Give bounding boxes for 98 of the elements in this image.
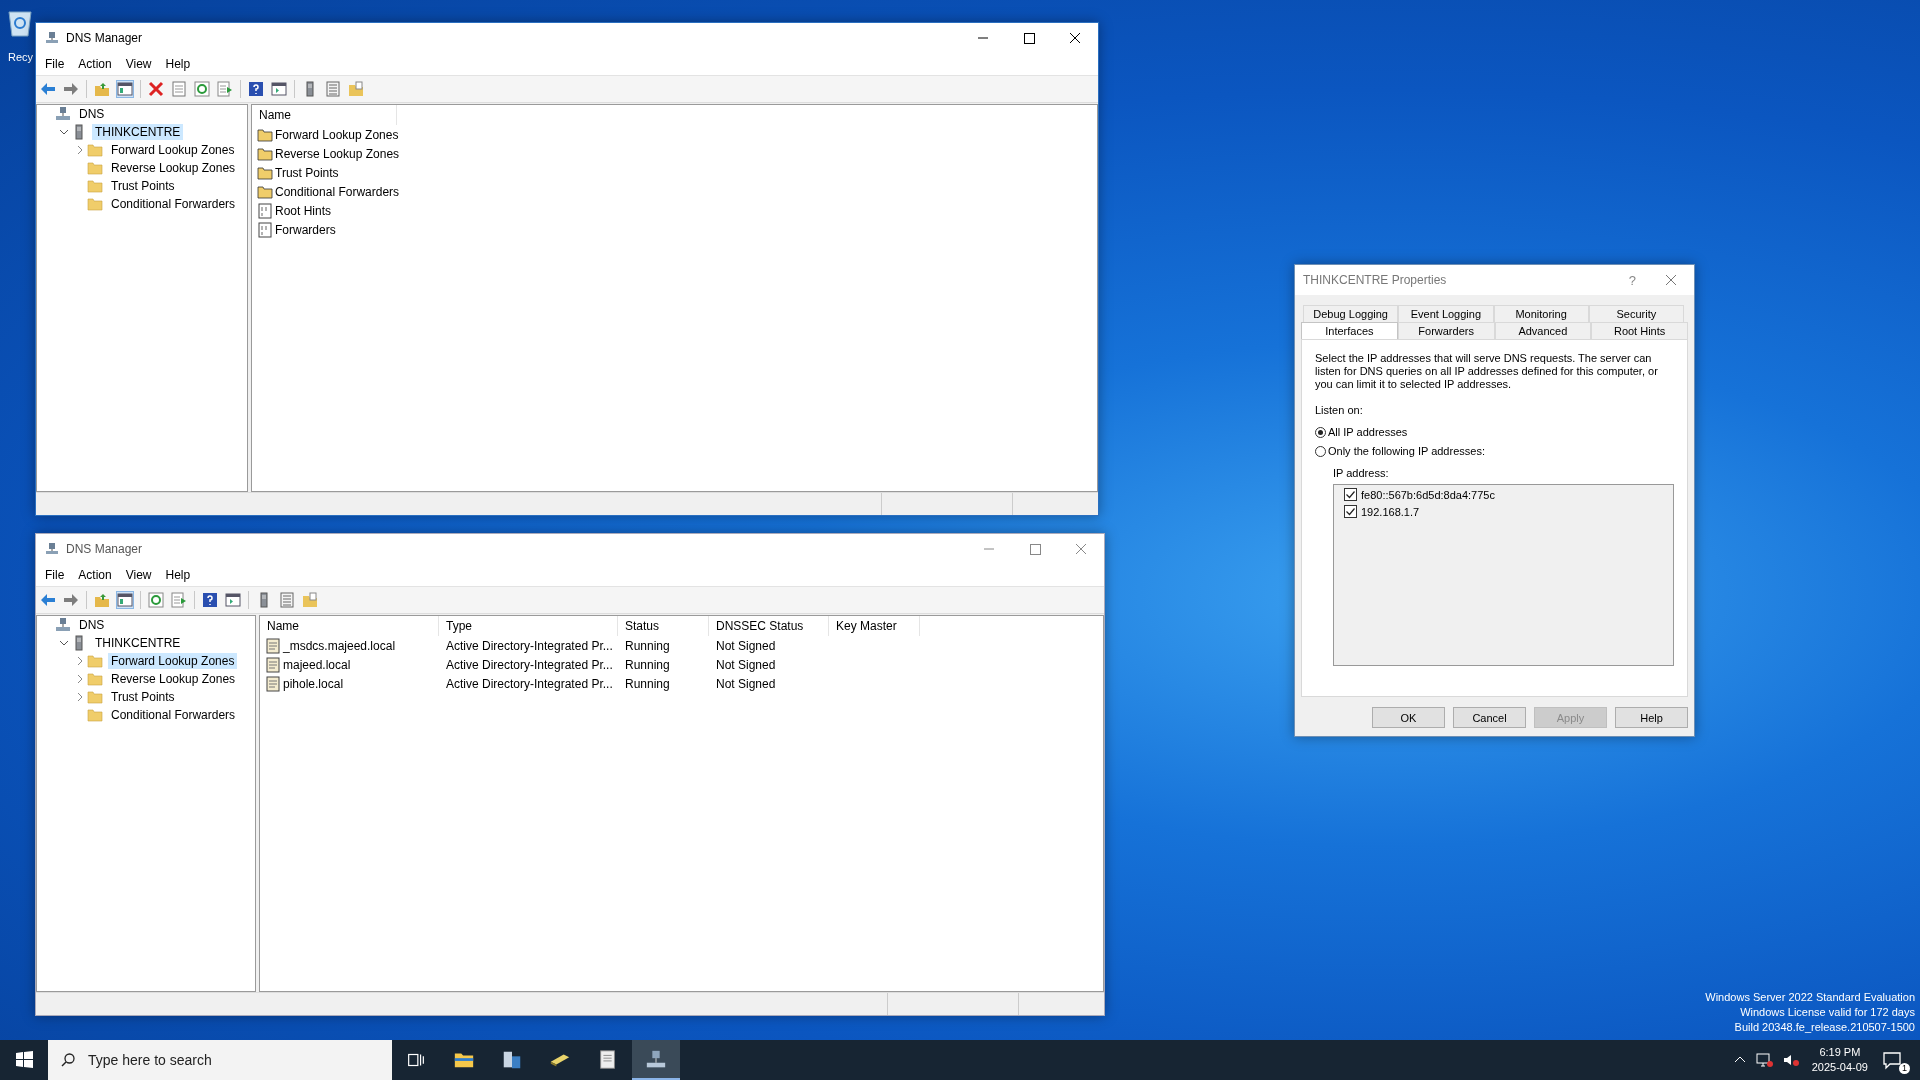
item-name[interactable]: Reverse Lookup Zones [275, 146, 400, 161]
export-list-icon[interactable] [217, 81, 233, 97]
table-cell: Active Directory-Integrated Pr... [446, 676, 613, 691]
tree-item[interactable]: Conditional Forwarders [108, 196, 239, 212]
folder-icon [87, 707, 103, 723]
folder-up-icon[interactable] [94, 81, 110, 97]
dialog-button[interactable]: Cancel [1453, 707, 1526, 728]
folder-icon [87, 689, 103, 705]
evaluation-watermark-text: Windows License valid for 172 days [1739, 1005, 1915, 1020]
folder-icon [87, 653, 103, 669]
network-icon[interactable] [1755, 1052, 1774, 1068]
radio-button[interactable] [1315, 445, 1326, 457]
help-icon[interactable] [248, 81, 264, 97]
volume-muted-icon[interactable] [1781, 1052, 1800, 1068]
tab[interactable]: Root Hints [1591, 322, 1688, 339]
notification-icon[interactable] [1882, 1050, 1902, 1070]
table-cell: Not Signed [716, 638, 776, 653]
dns-app-icon [45, 542, 59, 556]
table-cell: Running [625, 676, 670, 691]
table-cell: Active Directory-Integrated Pr... [446, 657, 613, 672]
delete-icon[interactable] [148, 81, 164, 97]
expand-chevron-icon[interactable] [75, 145, 85, 155]
zone-file-icon [265, 637, 281, 654]
tab[interactable]: Advanced [1494, 322, 1592, 339]
radio-button[interactable] [1315, 426, 1326, 438]
menu-item[interactable]: Action [71, 57, 119, 71]
notification-count: 1 [1899, 1063, 1910, 1074]
action-pane-icon[interactable] [271, 81, 287, 97]
new-zone-icon[interactable] [348, 81, 364, 97]
table-cell: Running [625, 657, 670, 672]
dialog-button[interactable]: Help [1615, 707, 1688, 728]
item-name[interactable]: Forward Lookup Zones [275, 127, 399, 142]
tree-item[interactable]: Forward Lookup Zones [108, 142, 238, 158]
folder-icon [87, 196, 103, 212]
clock-date[interactable]: 2025-04-09 [1811, 1060, 1868, 1075]
menu-item[interactable]: File [38, 57, 72, 71]
radio-label[interactable]: Only the following IP addresses: [1328, 445, 1485, 457]
table-cell: Running [625, 638, 670, 653]
column-header[interactable]: Name [252, 105, 397, 125]
table-cell: Not Signed [716, 676, 776, 691]
ip-address-label: IP address: [1333, 467, 1390, 479]
item-name[interactable]: Forwarders [275, 222, 336, 237]
recycle-bin-label[interactable]: Recy [8, 51, 34, 63]
tab[interactable]: Debug Logging [1303, 305, 1399, 322]
window-title: DNS Manager [66, 542, 143, 556]
menu-item[interactable]: Help [158, 57, 198, 71]
menu-item[interactable]: View [118, 57, 159, 71]
dns-app-icon [45, 31, 59, 45]
console-tree-icon[interactable] [117, 81, 133, 97]
forward-arrow-icon[interactable] [63, 81, 79, 97]
tree-item[interactable]: Trust Points [108, 178, 178, 194]
collapse-chevron-icon[interactable] [59, 127, 69, 137]
zone-file-icon [265, 675, 281, 692]
tree-item[interactable]: Reverse Lookup Zones [108, 160, 239, 176]
zone-file-icon [265, 656, 281, 673]
dns-icon [55, 617, 71, 633]
help-button[interactable]: ? [1628, 272, 1636, 288]
listen-on-label: Listen on: [1315, 404, 1364, 416]
refresh-icon[interactable] [194, 81, 210, 97]
dialog-button[interactable]: OK [1372, 707, 1445, 728]
table-cell: Not Signed [716, 657, 776, 672]
checkbox[interactable] [1344, 488, 1357, 501]
tab[interactable]: Event Logging [1398, 305, 1494, 322]
search-icon [60, 1052, 76, 1068]
folder-icon [87, 178, 103, 194]
dialog-title: THINKCENTRE Properties [1303, 273, 1447, 287]
radio-label[interactable]: All IP addresses [1328, 426, 1408, 438]
folder-icon [257, 145, 273, 162]
item-name[interactable]: Trust Points [275, 165, 339, 180]
binary-file-icon [257, 202, 273, 219]
ip-address[interactable]: 192.168.1.7 [1361, 505, 1420, 518]
folder-icon [257, 164, 273, 181]
description-text: Select the IP addresses that will serve DNS requests. The server can listen for DNS queries on all IP addresses defined for this computer, or you can limit it to selected IP addresses. [1315, 352, 1659, 391]
ip-address[interactable]: fe80::567b:6d5d:8da4:775c [1361, 488, 1495, 501]
folder-icon [87, 671, 103, 687]
window-title: DNS Manager [66, 31, 143, 45]
item-name[interactable]: Root Hints [275, 203, 332, 218]
folder-icon [257, 126, 273, 143]
folder-icon [257, 183, 273, 200]
search-field[interactable]: Type here to search [48, 1040, 392, 1080]
binary-file-icon [257, 221, 273, 238]
evaluation-watermark-text: Build 20348.fe_release.210507-1500 [1733, 1020, 1915, 1035]
back-arrow-icon[interactable] [40, 81, 56, 97]
item-name[interactable]: Conditional Forwarders [275, 184, 400, 199]
tree-item[interactable]: THINKCENTRE [92, 124, 184, 140]
table-cell: Active Directory-Integrated Pr... [446, 638, 613, 653]
tab[interactable]: Interfaces [1301, 322, 1398, 339]
folder-icon [87, 160, 103, 176]
dns-icon [55, 106, 71, 122]
clock-time[interactable]: 6:19 PM [1819, 1045, 1861, 1060]
folder-icon [87, 142, 103, 158]
tab[interactable]: Security [1588, 305, 1684, 322]
evaluation-watermark-text: Windows Server 2022 Standard Evaluation [1705, 990, 1915, 1005]
server-manager-icon [501, 1049, 523, 1071]
tree-item[interactable]: DNS [76, 106, 108, 122]
checkbox[interactable] [1344, 505, 1357, 518]
tab[interactable]: Monitoring [1493, 305, 1589, 322]
tab[interactable]: Forwarders [1397, 322, 1495, 339]
